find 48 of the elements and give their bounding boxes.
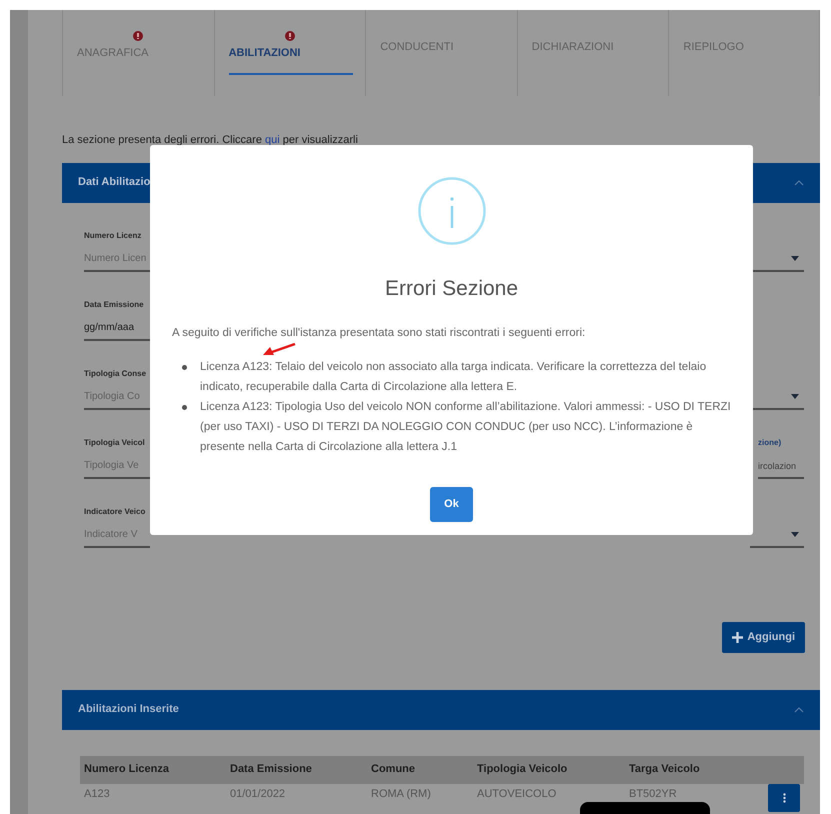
column-header: Data Emissione (230, 762, 313, 778)
tab[interactable]: RIEPILOGO (683, 10, 819, 96)
info-icon (418, 177, 486, 245)
section-title: Abilitazioni Inserite (78, 702, 179, 718)
modal-intro: A seguito di verifiche sull'istanza presentata sono stati riscontrati i seguenti errori: (172, 326, 586, 340)
ok-button[interactable]: Ok (430, 486, 473, 522)
pointer-arrow (262, 343, 296, 356)
field-label: Tipologia Conse (84, 368, 148, 380)
input-field[interactable]: Indicatore V (84, 524, 150, 548)
plus-icon (732, 632, 744, 642)
field-label: Data Emissione (84, 298, 145, 310)
error-message: Licenza A123: Telaio del veicolo non associato alla targa indicata. Verificare la correttezza del telaio indicato, recuperabile dalla Carta di Circolazione alla lettera E. (200, 360, 708, 394)
bullet-icon (182, 404, 187, 410)
tab[interactable]: DICHIARAZIONI (532, 10, 668, 96)
error-icon (284, 30, 295, 41)
table-cell-text: A123 (84, 787, 111, 802)
table-cell-text: ROMA (RM) (371, 787, 432, 802)
link[interactable]: qui (265, 134, 280, 146)
bullet-icon (182, 364, 187, 370)
table-cell-text: BT502YR (629, 787, 678, 802)
error-notice: La sezione presenta degli errori. Cliccare qui per visualizzarli (62, 133, 359, 148)
table-cell-text: 01/01/2022 (230, 787, 286, 802)
caret-down-icon[interactable] (790, 394, 800, 400)
tab[interactable]: ANAGRAFICA (77, 10, 214, 96)
error-icon (133, 30, 143, 41)
field-label: Indicatore Veico (84, 506, 146, 518)
column-header: Targa Veicolo (629, 762, 701, 778)
tab[interactable]: ABILITAZIONI (228, 10, 366, 96)
field-label: zione) (758, 436, 782, 448)
field-label: Tipologia Veicol (84, 436, 146, 448)
field-label: Numero Licenz (84, 230, 142, 242)
chevron-up-icon[interactable] (794, 706, 804, 712)
caret-down-icon[interactable] (790, 256, 800, 262)
column-header: Tipologia Veicolo (477, 762, 568, 778)
section-header[interactable]: Abilitazioni Inserite (62, 690, 820, 730)
caret-down-icon[interactable] (790, 532, 800, 538)
input-field[interactable]: ircolazion (758, 454, 804, 478)
add-button[interactable]: Aggiungi (722, 622, 805, 652)
section-title: Dati Abilitazio (78, 175, 150, 190)
column-header: Numero Licenza (84, 762, 170, 778)
modal-title: Errori Sezione (384, 276, 518, 302)
more-vertical-icon (782, 792, 786, 802)
more-button[interactable] (768, 784, 800, 812)
column-header: Comune (371, 762, 416, 778)
chevron-up-icon[interactable] (794, 180, 804, 186)
table-cell-text: AUTOVEICOLO (477, 787, 558, 802)
tab[interactable]: CONDUCENTI (380, 10, 517, 96)
error-message: Licenza A123: Tipologia Uso del veicolo NON conforme all’abilitazione. Valori ammessi: - USO DI TERZI (per uso TAXI) - USO DI TERZI DA NOLEGGIO CON CONDUC (per uso NCC). L’informazione è presente nella Carta di Circolazione alla lettera J.1 (200, 400, 731, 454)
